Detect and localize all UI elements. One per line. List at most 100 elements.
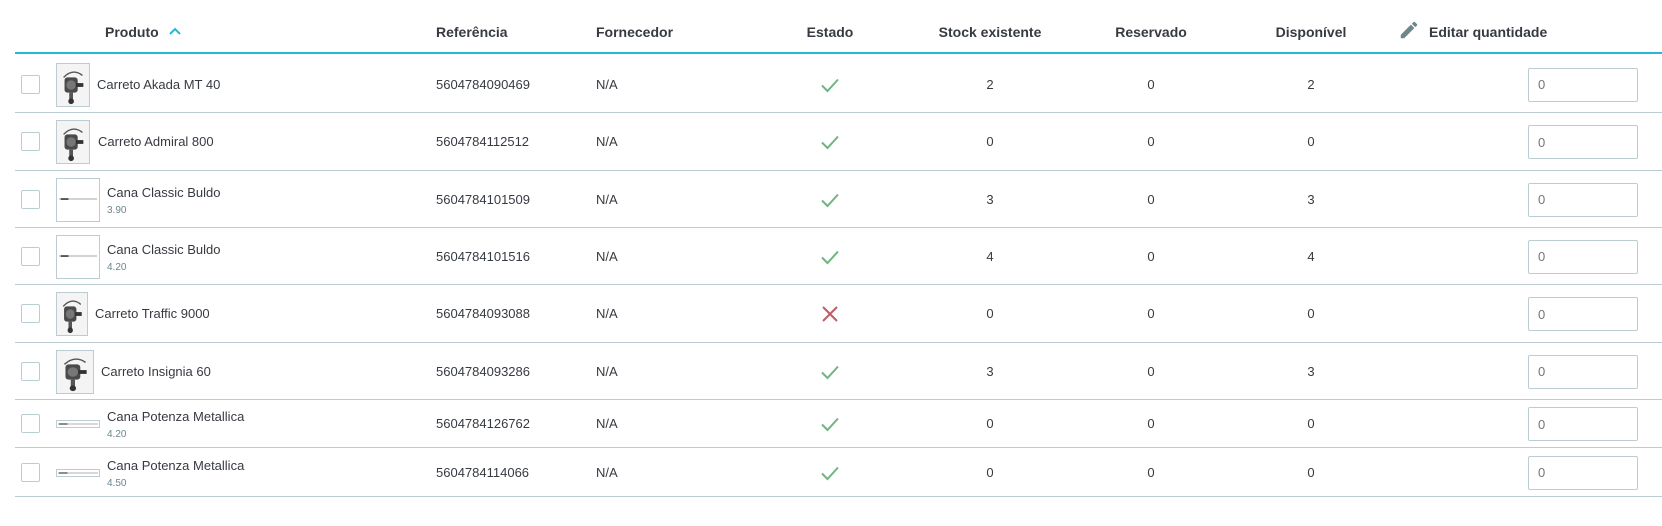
stock-existing: 0 — [986, 134, 994, 149]
table-body: Carreto Akada MT 405604784090469N/A202Ca… — [15, 56, 1662, 497]
stock-reserved: 0 — [1147, 363, 1155, 379]
row-checkbox[interactable] — [21, 246, 40, 266]
pencil-icon — [1400, 21, 1418, 39]
stock-available: 0 — [1307, 134, 1315, 149]
stock-reserved: 0 — [1147, 134, 1155, 149]
product-thumbnail — [56, 120, 90, 164]
stock-existing: 3 — [986, 363, 994, 379]
product-thumbnail — [56, 349, 94, 394]
product-supplier: N/A — [596, 306, 618, 321]
stock-reserved: 0 — [1147, 416, 1155, 431]
product-supplier: N/A — [596, 464, 618, 480]
product-reference: 5604784093088 — [436, 306, 530, 321]
edit-quantity-input[interactable] — [1528, 182, 1638, 217]
stock-reserved: 0 — [1147, 76, 1155, 92]
stock-available: 3 — [1307, 363, 1315, 379]
product-thumbnail — [56, 234, 100, 279]
column-header-supplier[interactable]: Fornecedor — [596, 24, 673, 40]
stock-available: 0 — [1307, 306, 1315, 321]
stock-existing: 2 — [986, 76, 994, 92]
row-checkbox[interactable] — [21, 361, 40, 381]
column-header-available[interactable]: Disponível — [1276, 24, 1347, 40]
stock-reserved: 0 — [1147, 248, 1155, 264]
column-header-product[interactable]: Produto — [105, 24, 181, 40]
row-checkbox[interactable] — [21, 414, 40, 433]
product-thumbnail — [56, 292, 88, 336]
product-reference: 5604784101516 — [436, 248, 530, 264]
table-header: Produto Referência Fornecedor Estado Sto… — [15, 16, 1662, 54]
product-supplier: N/A — [596, 363, 618, 379]
product-name[interactable]: Cana Potenza Metallica — [107, 458, 244, 473]
check-icon — [820, 75, 840, 95]
product-supplier: N/A — [596, 416, 618, 431]
stock-available: 0 — [1307, 464, 1315, 480]
product-thumbnail — [56, 420, 100, 428]
product-supplier: N/A — [596, 76, 618, 92]
table-row: Cana Classic Buldo 3.90 5604784101509 N/A 3 0… — [15, 171, 1662, 228]
edit-quantity-input[interactable] — [1528, 297, 1638, 331]
product-name[interactable]: Cana Classic Buldo — [107, 242, 220, 257]
product-supplier: N/A — [596, 191, 618, 207]
product-combination: 4.20 — [107, 429, 127, 440]
chevron-up-icon[interactable] — [168, 27, 181, 36]
row-checkbox[interactable] — [21, 462, 40, 482]
product-name[interactable]: Cana Potenza Metallica — [107, 409, 244, 424]
product-reference: 5604784112512 — [436, 134, 530, 149]
edit-quantity-input[interactable] — [1528, 455, 1638, 490]
row-checkbox[interactable] — [21, 304, 40, 323]
product-thumbnail — [56, 177, 100, 222]
column-header-reference[interactable]: Referência — [436, 24, 508, 40]
stock-existing: 0 — [986, 306, 994, 321]
product-supplier: N/A — [596, 134, 618, 149]
product-name[interactable]: Carreto Akada MT 40 — [97, 77, 220, 92]
stock-reserved: 0 — [1147, 464, 1155, 480]
product-name[interactable]: Carreto Admiral 800 — [98, 134, 214, 149]
cross-icon — [820, 304, 840, 324]
product-combination: 3.90 — [107, 204, 127, 216]
stock-reserved: 0 — [1147, 191, 1155, 207]
product-thumbnail — [56, 468, 100, 477]
check-icon — [820, 247, 840, 267]
product-reference: 5604784101509 — [436, 191, 530, 207]
table-row: Carreto Insignia 60 5604784093286 N/A 3 0 3 — [15, 343, 1662, 400]
table-row: Cana Potenza Metallica 4.20 5604784126762 N… — [15, 400, 1662, 448]
stock-existing: 4 — [986, 248, 994, 264]
check-icon — [820, 190, 840, 210]
table-row: Carreto Traffic 9000 5604784093088 N/A 0 0 0 — [15, 285, 1662, 343]
product-combination: 4.50 — [107, 477, 127, 489]
stock-available: 2 — [1307, 76, 1315, 92]
row-checkbox[interactable] — [21, 132, 40, 151]
stock-table: Produto Referência Fornecedor Estado Sto… — [0, 0, 1662, 526]
edit-quantity-input[interactable] — [1528, 125, 1638, 159]
column-header-edit-quantity: Editar quantidade — [1429, 24, 1548, 40]
edit-quantity-input[interactable] — [1528, 354, 1638, 389]
stock-reserved: 0 — [1147, 306, 1155, 321]
product-reference: 5604784093286 — [436, 363, 530, 379]
table-row: Cana Potenza Metallica 4.50 5604784114066 N… — [15, 448, 1662, 497]
product-name[interactable]: Cana Classic Buldo — [107, 185, 220, 200]
check-icon — [820, 463, 840, 483]
table-row: Carreto Admiral 800 5604784112512 N/A 0 0 0 — [15, 113, 1662, 171]
column-header-stock[interactable]: Stock existente — [939, 24, 1042, 40]
product-name[interactable]: Carreto Traffic 9000 — [95, 306, 210, 321]
product-reference: 5604784114066 — [436, 464, 530, 480]
stock-existing: 3 — [986, 191, 994, 207]
table-row: Cana Classic Buldo 4.20 5604784101516 N/A 4 0… — [15, 228, 1662, 285]
stock-available: 4 — [1307, 248, 1315, 264]
edit-quantity-input[interactable] — [1528, 407, 1638, 441]
product-reference: 5604784090469 — [436, 76, 530, 92]
row-checkbox[interactable] — [21, 189, 40, 209]
product-name[interactable]: Carreto Insignia 60 — [101, 364, 211, 379]
column-header-status[interactable]: Estado — [807, 24, 854, 40]
stock-available: 3 — [1307, 191, 1315, 207]
edit-quantity-input[interactable] — [1528, 239, 1638, 274]
product-reference: 5604784126762 — [436, 416, 530, 431]
check-icon — [820, 414, 840, 434]
row-checkbox[interactable] — [21, 74, 40, 94]
product-supplier: N/A — [596, 248, 618, 264]
column-header-reserved[interactable]: Reservado — [1115, 24, 1187, 40]
product-thumbnail — [56, 62, 90, 107]
edit-quantity-input[interactable] — [1528, 67, 1638, 102]
stock-existing: 0 — [986, 416, 994, 431]
table-row: Carreto Akada MT 40 5604784090469 N/A 2 0 2 — [15, 56, 1662, 113]
